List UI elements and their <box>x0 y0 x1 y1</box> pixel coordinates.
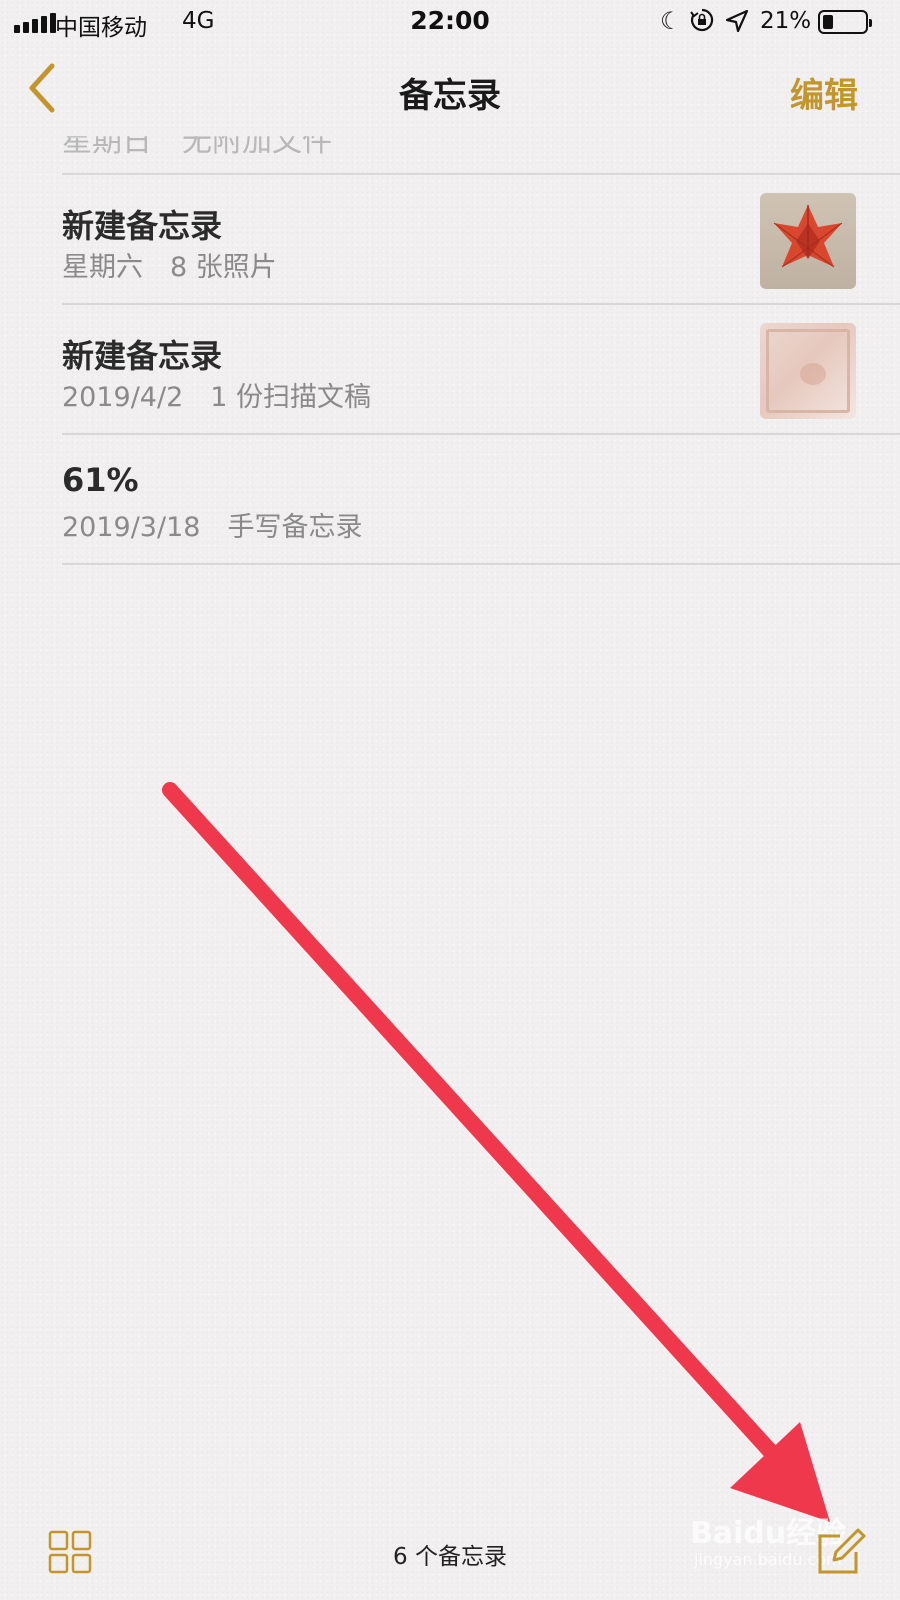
gallery-view-button[interactable] <box>48 1530 92 1574</box>
note-date: 星期六 <box>62 252 143 283</box>
status-bar: 中国移动 4G 22:00 ☾ 21% <box>0 0 900 44</box>
note-title: 新建备忘录 <box>62 337 223 375</box>
note-subtitle: 星期六 8 张照片 <box>62 245 277 284</box>
note-thumbnail <box>760 193 856 289</box>
location-icon <box>726 10 748 32</box>
rotation-lock-icon <box>690 8 714 32</box>
back-button[interactable] <box>24 62 84 116</box>
note-subtitle: 2019/3/18 手写备忘录 <box>62 505 362 544</box>
note-detail: 1 份扫描文稿 <box>210 382 372 413</box>
note-date: 2019/3/18 <box>62 512 201 543</box>
note-row-1[interactable]: 新建备忘录 星期六 8 张照片 <box>0 175 900 303</box>
note-title: 61% <box>62 461 139 499</box>
note-date: 2019/4/2 <box>62 382 184 413</box>
note-row-3[interactable]: 61% 2019/3/18 手写备忘录 <box>0 435 900 563</box>
gallery-grid-icon <box>48 1530 92 1574</box>
divider <box>62 563 900 565</box>
compose-icon <box>818 1528 866 1574</box>
moon-icon: ☾ <box>660 7 682 35</box>
scanned-document-thumbnail <box>760 323 856 419</box>
page-title: 备忘录 <box>399 76 501 116</box>
chevron-left-icon <box>29 63 55 113</box>
battery-icon <box>818 10 872 34</box>
note-title: 新建备忘录 <box>62 207 223 245</box>
compose-button[interactable] <box>810 1522 866 1578</box>
red-origami-photo <box>773 205 843 268</box>
note-subtitle: 2019/4/2 1 份扫描文稿 <box>62 375 371 414</box>
note-detail: 手写备忘录 <box>227 512 363 543</box>
partial-note-row[interactable]: 星期日 无附加文件 <box>62 136 332 160</box>
battery-percent: 21% <box>760 8 812 34</box>
note-row-2[interactable]: 新建备忘录 2019/4/2 1 份扫描文稿 <box>0 305 900 433</box>
edit-button[interactable]: 编辑 <box>790 68 858 117</box>
note-detail: 8 张照片 <box>170 252 277 283</box>
